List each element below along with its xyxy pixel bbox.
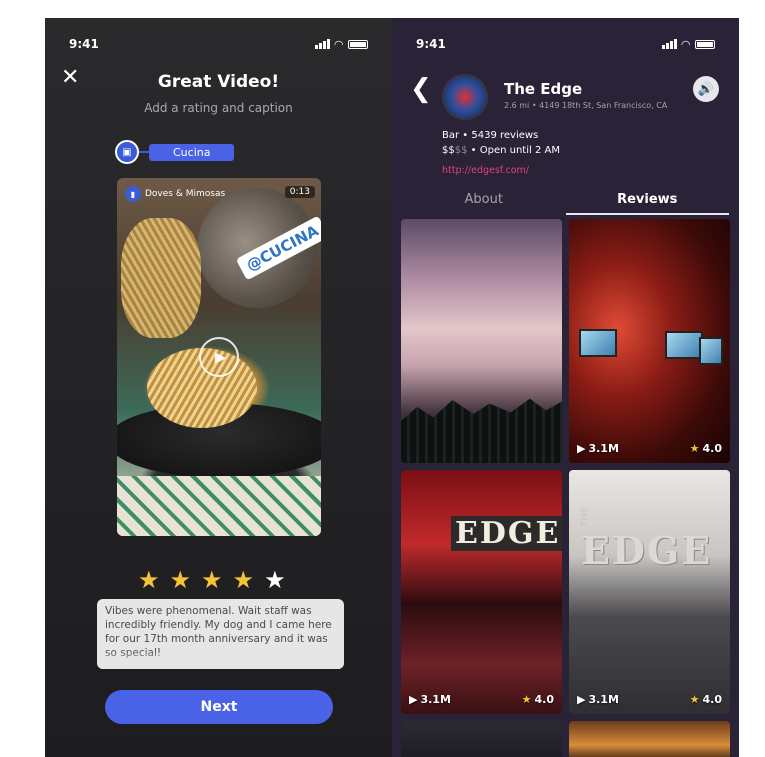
venue-category: Bar • 5439 reviews: [442, 130, 539, 141]
star-icon[interactable]: ★: [264, 568, 286, 592]
signal-icon: [314, 39, 330, 49]
price-level-dim: $$: [454, 145, 468, 156]
price-level: $$: [442, 145, 455, 156]
tile-views: 3.1M: [420, 442, 451, 455]
star-icon: ★: [521, 693, 532, 706]
status-bar: 9:41 ◠: [416, 36, 715, 52]
video-source-label: Doves & Mimosas: [145, 189, 226, 199]
play-icon: ▶: [577, 693, 586, 706]
speaker-icon[interactable]: 🔊: [693, 76, 719, 102]
star-icon[interactable]: ★: [201, 568, 223, 592]
star-icon[interactable]: ★: [233, 568, 255, 592]
venue-sign: EDGE: [581, 528, 713, 573]
star-icon: ★: [521, 442, 532, 455]
rating-caption-screen: 9:41 ◠ ✕ Great Video! Add a rating and c…: [45, 18, 392, 757]
review-video-tile[interactable]: ▶ 3.1M ★ 4.0: [401, 219, 562, 463]
tile-rating: 4.0: [702, 442, 723, 455]
review-video-tile[interactable]: EDGE ▶ 3.1M ★ 4.0: [401, 470, 562, 714]
opening-hours: • Open until 2 AM: [467, 145, 560, 156]
signal-icon: [661, 39, 677, 49]
battery-icon: [695, 39, 715, 49]
review-video-tile[interactable]: [401, 721, 562, 757]
tab-about[interactable]: About: [402, 190, 566, 215]
venue-tabs: About Reviews: [402, 190, 729, 215]
venue-sign: EDGE: [451, 516, 562, 551]
play-icon: ▶: [409, 442, 418, 455]
review-video-tile[interactable]: ▶ 3.1M ★ 4.0: [569, 219, 730, 463]
star-icon: ★: [689, 693, 700, 706]
audio-icon: ▮: [125, 186, 141, 202]
venue-price-hours: $$$$ • Open until 2 AM: [442, 145, 560, 156]
venue-tag-label: Cucina: [149, 143, 235, 161]
venue-tag[interactable]: ▣ Cucina: [115, 140, 235, 164]
venue-name: The Edge: [504, 80, 583, 98]
page-subtitle: Add a rating and caption: [144, 101, 293, 115]
caption-input[interactable]: Vibes were phenomenal. Wait staff was in…: [97, 599, 344, 669]
page-title: Great Video!: [157, 72, 280, 92]
review-video-tile[interactable]: [569, 721, 730, 757]
battery-icon: [348, 39, 368, 49]
status-time: 9:41: [69, 37, 99, 51]
play-icon: ▶: [577, 442, 586, 455]
video-duration: 0:13: [284, 186, 315, 198]
venue-website-link[interactable]: http://edgesf.com/: [442, 165, 529, 176]
play-icon: ▶: [409, 693, 418, 706]
wifi-icon: ◠: [334, 37, 343, 51]
star-icon[interactable]: ★: [170, 568, 192, 592]
rating-stars[interactable]: ★ ★ ★ ★ ★: [138, 568, 286, 592]
tile-views: 3.1M: [588, 442, 619, 455]
next-button[interactable]: Next: [105, 690, 333, 724]
tile-rating: 4.0: [534, 442, 555, 455]
venue-sign-prefix: THE: [579, 507, 590, 527]
tab-reviews[interactable]: Reviews: [565, 190, 729, 215]
chevron-left-icon[interactable]: ❮: [410, 76, 432, 102]
review-grid: ▶ 3.1M ★ 4.0 ▶ 3.1M ★ 4.0 EDGE ▶ 3.1M ★ 4.0 TH…: [401, 219, 730, 757]
status-bar: 9:41 ◠: [69, 36, 368, 52]
venue-address: 2.6 mi • 4149 18th St, San Francisco, CA: [504, 101, 668, 110]
venue-tag-icon: ▣: [115, 140, 139, 164]
review-video-tile[interactable]: THE EDGE ▶ 3.1M ★ 4.0: [569, 470, 730, 714]
video-preview[interactable]: ▮ Doves & Mimosas 0:13 @CUCINA ▶: [117, 178, 321, 536]
tile-rating: 4.0: [534, 693, 555, 706]
status-time: 9:41: [416, 37, 446, 51]
venue-logo: [442, 74, 488, 120]
video-source-badge: ▮ Doves & Mimosas: [125, 186, 225, 202]
venue-screen: 9:41 ◠ ❮ The Edge 2.6 mi • 4149 18th St,…: [392, 18, 739, 757]
tile-views: 3.1M: [588, 693, 619, 706]
wifi-icon: ◠: [681, 37, 690, 51]
tile-views: 3.1M: [420, 693, 451, 706]
star-icon: ★: [689, 442, 700, 455]
tile-rating: 4.0: [702, 693, 723, 706]
star-icon[interactable]: ★: [138, 568, 160, 592]
play-icon[interactable]: ▶: [199, 337, 239, 377]
